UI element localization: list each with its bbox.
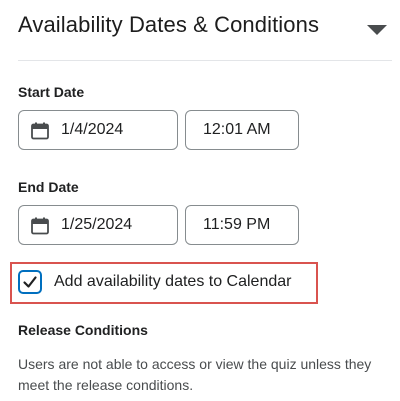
start-date-label: Start Date: [18, 84, 85, 100]
release-conditions-description: Users are not able to access or view the…: [18, 356, 372, 393]
start-time-input[interactable]: 12:01 AM: [185, 110, 299, 150]
section-title: Availability Dates & Conditions: [18, 12, 320, 37]
add-to-calendar-checkbox[interactable]: [18, 270, 42, 294]
end-time-input[interactable]: 11:59 PM: [185, 205, 299, 245]
add-to-calendar-label[interactable]: Add availability dates to Calendar: [54, 273, 291, 291]
start-time-value: 12:01 AM: [203, 121, 271, 138]
end-date-label: End Date: [18, 179, 79, 195]
calendar-icon: [31, 122, 49, 140]
start-date-input[interactable]: 1/4/2024: [18, 110, 178, 150]
release-conditions-title: Release Conditions: [18, 322, 148, 338]
start-date-value: 1/4/2024: [61, 121, 124, 138]
end-date-value: 1/25/2024: [61, 216, 133, 233]
section-divider: [18, 60, 392, 61]
calendar-icon: [31, 217, 49, 235]
end-date-input[interactable]: 1/25/2024: [18, 205, 178, 245]
caret-down-icon[interactable]: [364, 16, 390, 42]
end-time-value: 11:59 PM: [203, 216, 271, 233]
checkmark-icon: [23, 276, 37, 288]
availability-panel: Availability Dates & Conditions Start Da…: [0, 0, 400, 401]
section-header[interactable]: Availability Dates & Conditions: [18, 10, 392, 50]
